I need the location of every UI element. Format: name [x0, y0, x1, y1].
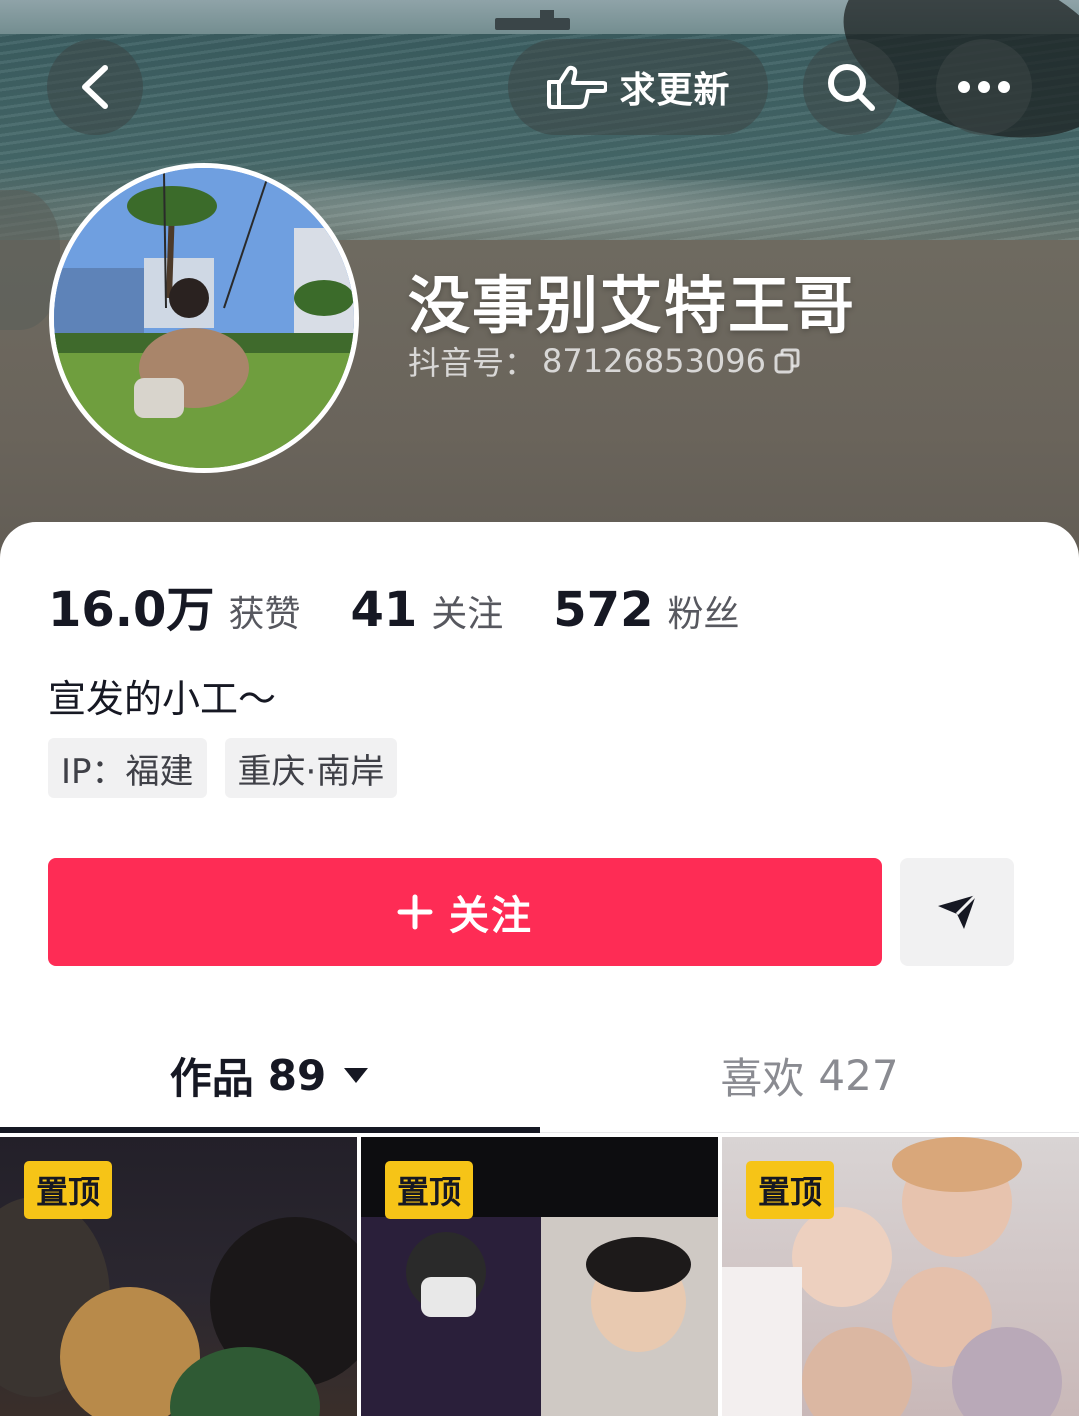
video-thumbnail[interactable]: 置顶: [722, 1137, 1079, 1416]
stat-following[interactable]: 41 关注: [350, 582, 503, 638]
thumb-mask: [421, 1277, 476, 1317]
stat-likes-value: 16.0万: [48, 582, 215, 638]
cover-ship: [495, 10, 570, 30]
back-arrow-icon: [82, 65, 108, 109]
search-icon: [828, 64, 875, 111]
city-tag[interactable]: 重庆·南岸: [224, 738, 398, 798]
send-icon: [938, 893, 978, 929]
douyin-id-row[interactable]: 抖音号： 87126853096: [408, 338, 802, 384]
thumb-face: [792, 1207, 892, 1307]
tab-likes-label: 喜欢: [720, 1053, 805, 1103]
more-button[interactable]: [936, 39, 1032, 135]
send-message-button[interactable]: [900, 858, 1014, 966]
ip-location-tag: IP：福建: [48, 738, 207, 798]
avatar[interactable]: [49, 163, 359, 473]
tab-works[interactable]: 作品 89: [0, 1040, 540, 1110]
follow-label: 关注: [449, 893, 533, 939]
video-thumbnail[interactable]: 置顶: [0, 1137, 357, 1416]
douyin-id-label: 抖音号：: [408, 344, 537, 382]
dropdown-triangle-icon[interactable]: [342, 1065, 370, 1085]
video-thumbnail[interactable]: 置顶: [361, 1137, 718, 1416]
plus-icon: [397, 894, 433, 930]
thumb-face: [802, 1327, 912, 1416]
thumb-hair: [586, 1237, 691, 1292]
tab-likes-count: 427: [818, 1050, 899, 1100]
pinned-badge: 置顶: [385, 1161, 474, 1219]
tab-likes[interactable]: 喜欢 427: [540, 1040, 1079, 1110]
follow-button[interactable]: 关注: [48, 858, 882, 966]
profile-tags: IP：福建 重庆·南岸: [48, 738, 398, 798]
stat-following-value: 41: [350, 582, 418, 638]
stat-followers-value: 572: [553, 582, 654, 638]
bio: 宣发的小工～: [48, 677, 277, 721]
douyin-id-value: 87126853096: [542, 342, 766, 380]
stat-followers[interactable]: 572 粉丝: [553, 582, 739, 638]
stats-row: 16.0万 获赞 41 关注 572 粉丝: [48, 570, 789, 640]
thumb-hair: [892, 1137, 1022, 1192]
back-button[interactable]: [47, 39, 143, 135]
active-tab-indicator: [0, 1127, 540, 1133]
nickname: 没事别艾特王哥: [408, 269, 857, 342]
thumb-white-shirt: [722, 1267, 802, 1416]
stat-followers-label: 粉丝: [667, 594, 740, 635]
more-icon: [958, 81, 1010, 93]
request-update-label: 求更新: [619, 70, 731, 111]
copy-icon[interactable]: [772, 346, 802, 376]
stat-likes[interactable]: 16.0万 获赞: [48, 570, 300, 640]
request-update-button[interactable]: 求更新: [508, 39, 768, 135]
search-button[interactable]: [803, 39, 899, 135]
pointing-hand-icon: [547, 65, 608, 109]
pinned-badge: 置顶: [746, 1161, 835, 1219]
pinned-badge: 置顶: [24, 1161, 113, 1219]
stat-likes-label: 获赞: [228, 594, 301, 635]
tab-works-label: 作品: [169, 1053, 254, 1103]
avatar-photo: [54, 168, 354, 468]
stat-following-label: 关注: [431, 594, 504, 635]
tab-works-count: 89: [267, 1050, 327, 1100]
